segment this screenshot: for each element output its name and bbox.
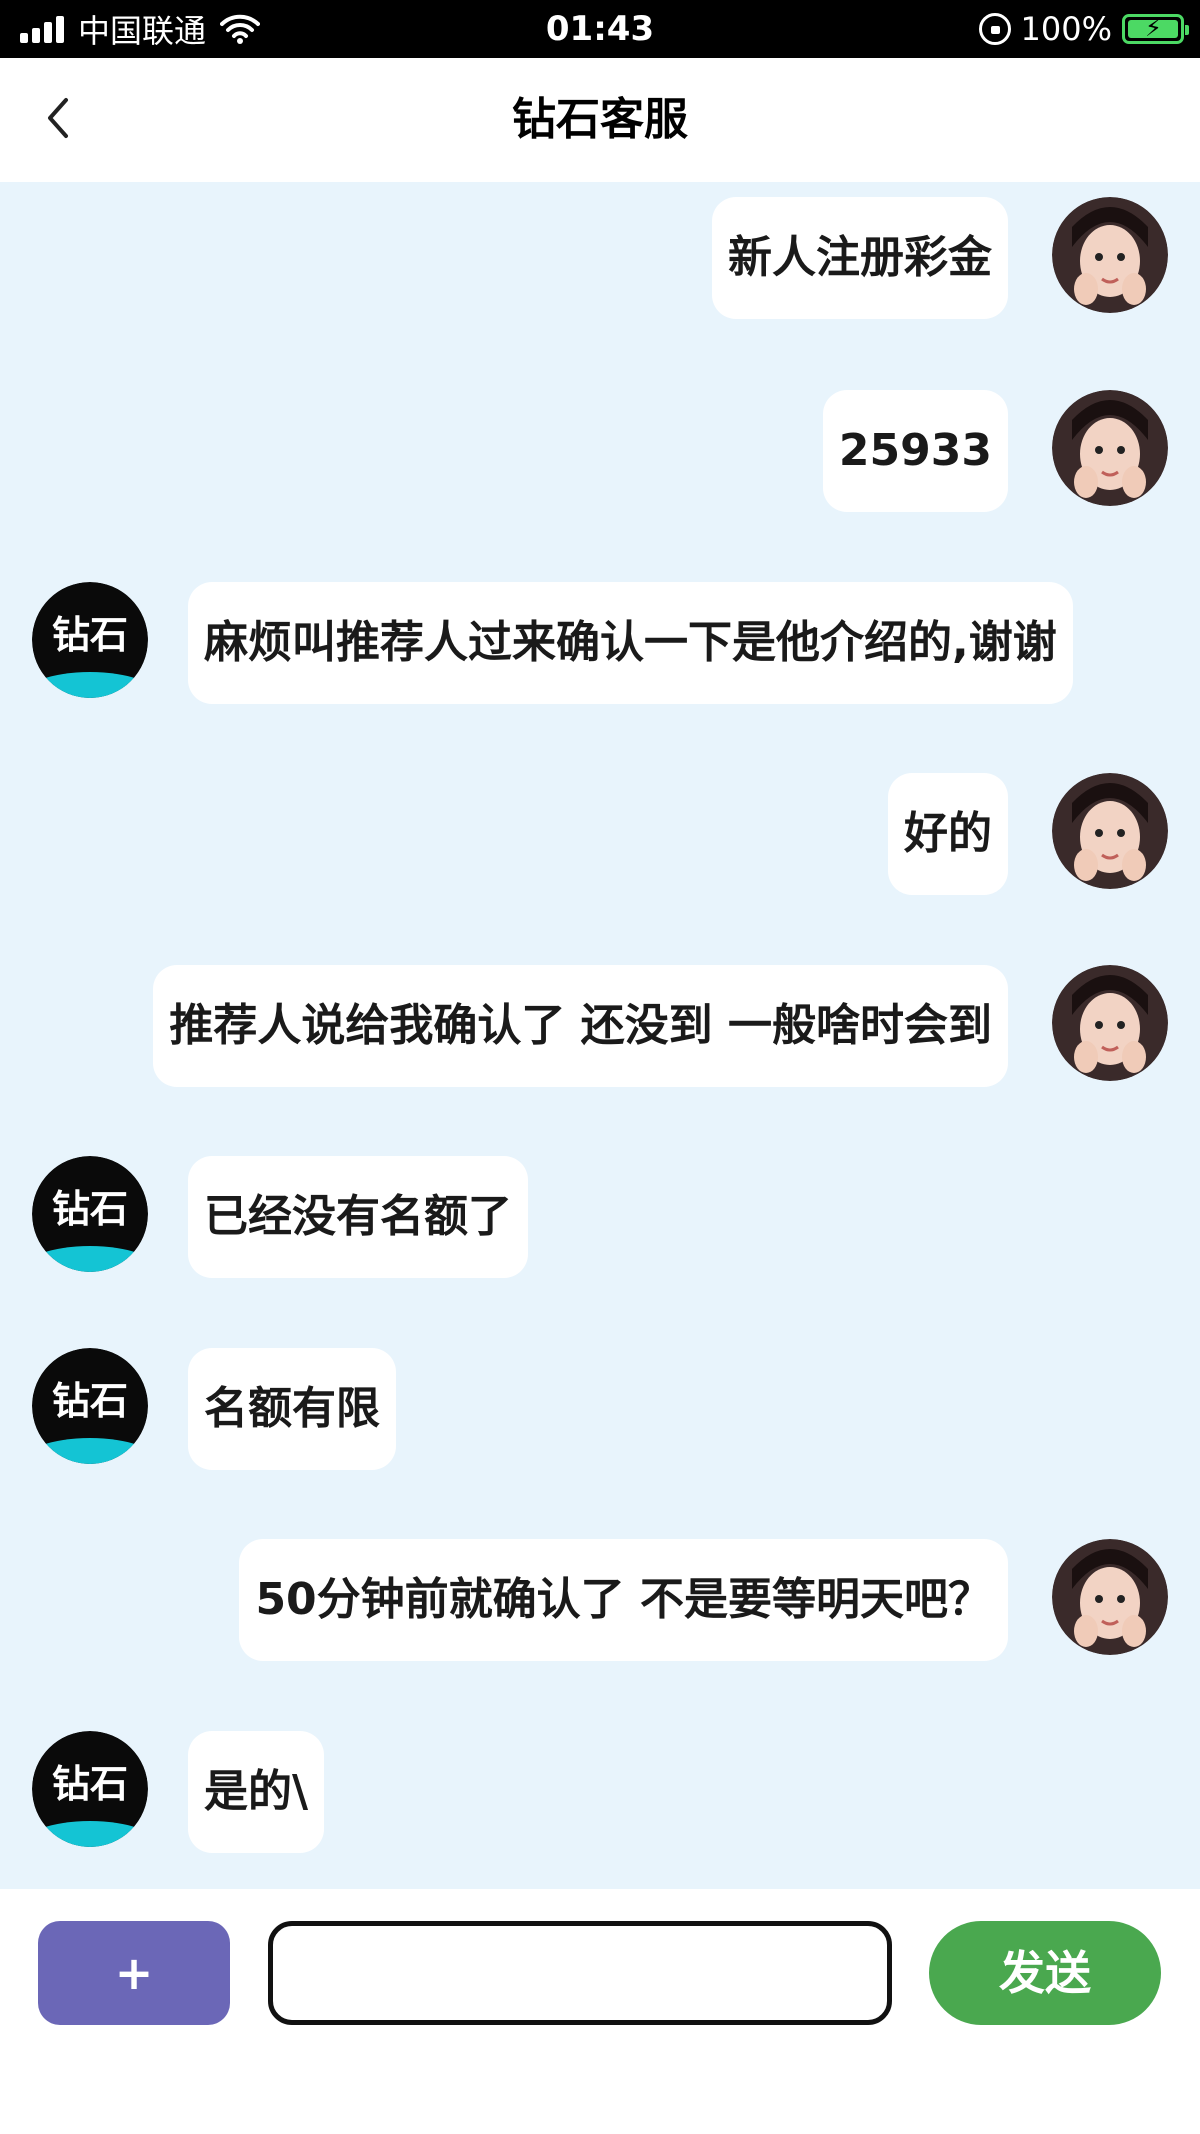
service-avatar-label: 钻石 xyxy=(52,613,128,657)
chevron-left-icon xyxy=(48,98,68,138)
status-right: 100% ⚡ xyxy=(978,0,1189,58)
user-avatar[interactable] xyxy=(1052,390,1168,506)
message-bubble: 推荐人说给我确认了 还没到 一般啥时会到 xyxy=(153,965,1008,1087)
back-button[interactable] xyxy=(34,88,94,148)
message-row: 50分钟前就确认了 不是要等明天吧？ xyxy=(0,1539,1200,1661)
charging-bolt-icon: ⚡ xyxy=(1145,14,1162,42)
send-button[interactable]: 发送 xyxy=(929,1921,1161,2025)
message-input[interactable] xyxy=(268,1921,892,2025)
orientation-lock-icon xyxy=(978,13,1011,45)
service-avatar[interactable]: 钻石 xyxy=(32,582,148,698)
message-bubble: 是的\ xyxy=(188,1731,325,1853)
service-avatar-label: 钻石 xyxy=(52,1762,128,1806)
message-bubble: 名额有限 xyxy=(188,1348,396,1470)
message-row: 钻石 名额有限 xyxy=(0,1348,1200,1470)
message-row: 新人注册彩金 xyxy=(0,197,1200,319)
chat-message-list[interactable]: 新人注册彩金 25933 钻石 麻烦叫推荐人过来确认一下是他介绍的,谢谢 好的 … xyxy=(0,182,1200,1889)
service-avatar[interactable]: 钻石 xyxy=(32,1348,148,1464)
message-row: 钻石 是的\ xyxy=(0,1731,1200,1853)
message-row: 好的 xyxy=(0,773,1200,895)
service-avatar-label: 钻石 xyxy=(52,1379,128,1423)
service-avatar-label: 钻石 xyxy=(52,1187,128,1231)
message-bubble: 好的 xyxy=(888,773,1008,895)
service-avatar[interactable]: 钻石 xyxy=(32,1731,148,1847)
user-avatar[interactable] xyxy=(1052,965,1168,1081)
battery-icon: ⚡ xyxy=(1122,14,1189,44)
message-row: 推荐人说给我确认了 还没到 一般啥时会到 xyxy=(0,965,1200,1087)
message-bubble: 麻烦叫推荐人过来确认一下是他介绍的,谢谢 xyxy=(188,582,1073,704)
status-bar: 中国联通 01:43 100% ⚡ xyxy=(0,0,1200,58)
user-avatar[interactable] xyxy=(1052,1539,1168,1655)
message-bubble: 50分钟前就确认了 不是要等明天吧？ xyxy=(239,1539,1008,1661)
user-avatar[interactable] xyxy=(1052,197,1168,313)
message-row: 25933 xyxy=(0,390,1200,512)
user-avatar[interactable] xyxy=(1052,773,1168,889)
message-bubble: 25933 xyxy=(822,390,1008,512)
battery-percent: 100% xyxy=(1020,10,1112,48)
page-title: 钻石客服 xyxy=(512,94,688,145)
nav-bar: 钻石客服 xyxy=(0,58,1200,182)
message-bubble: 已经没有名额了 xyxy=(188,1156,528,1278)
message-row: 钻石 已经没有名额了 xyxy=(0,1156,1200,1278)
attach-plus-button[interactable]: + xyxy=(38,1921,230,2025)
message-row: 钻石 麻烦叫推荐人过来确认一下是他介绍的,谢谢 xyxy=(0,582,1200,704)
message-composer: + 发送 xyxy=(0,1889,1200,2134)
message-bubble: 新人注册彩金 xyxy=(712,197,1008,319)
service-avatar[interactable]: 钻石 xyxy=(32,1156,148,1272)
